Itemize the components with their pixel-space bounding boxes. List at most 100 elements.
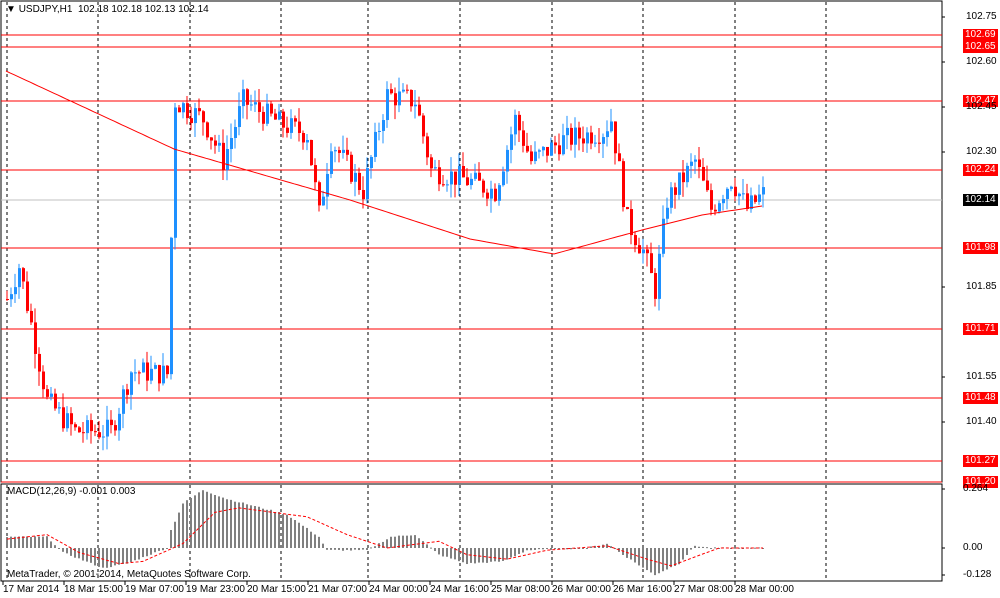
candle-body xyxy=(238,106,241,128)
candle-body xyxy=(486,192,489,199)
y-tick-label: 102.30 xyxy=(966,146,997,157)
candle-body xyxy=(94,431,97,433)
macd-histogram-bar xyxy=(394,536,396,548)
candle-body xyxy=(430,157,433,169)
macd-histogram-bar xyxy=(118,548,120,565)
macd-histogram-bar xyxy=(22,536,24,548)
candle-body xyxy=(550,142,553,156)
trading-chart[interactable] xyxy=(0,0,1000,598)
macd-histogram-bar xyxy=(526,548,528,551)
candle-body xyxy=(338,150,341,153)
macd-histogram-bar xyxy=(134,548,136,561)
macd-histogram-bar xyxy=(458,548,460,562)
macd-histogram-bar xyxy=(342,548,344,551)
candle-body xyxy=(646,249,649,254)
candle-body xyxy=(494,188,497,201)
open-price: 102.18 xyxy=(77,4,109,15)
candle-body xyxy=(702,166,705,181)
x-tick-label: 19 Mar 23:00 xyxy=(186,584,245,595)
x-tick-label: 18 Mar 15:00 xyxy=(64,584,123,595)
candle-body xyxy=(290,118,293,133)
macd-histogram-bar xyxy=(386,539,388,548)
x-tick-label: 27 Mar 08:00 xyxy=(674,584,733,595)
candle-body xyxy=(182,103,185,113)
candle-body xyxy=(86,420,89,434)
dropdown-triangle-icon[interactable]: ▼ xyxy=(6,4,16,15)
candle-body xyxy=(226,149,229,171)
candle-body xyxy=(482,180,485,193)
candle-body xyxy=(110,419,113,426)
candle-body xyxy=(566,127,569,136)
macd-histogram-bar xyxy=(50,541,52,548)
y-tick-label: 102.75 xyxy=(966,11,997,22)
main-pane-frame xyxy=(0,0,943,483)
macd-histogram-bar xyxy=(58,548,60,549)
candle-body xyxy=(758,194,761,202)
x-tick-label: 24 Mar 00:00 xyxy=(369,584,428,595)
candle-body xyxy=(38,353,41,372)
candle-body xyxy=(366,168,369,200)
macd-histogram-bar xyxy=(154,548,156,553)
macd-histogram-bar xyxy=(530,548,532,551)
candle-body xyxy=(630,209,633,236)
candle-body xyxy=(358,172,361,190)
macd-histogram-bar xyxy=(674,548,676,566)
candle-body xyxy=(410,89,413,107)
candle-body xyxy=(74,424,77,428)
candle-body xyxy=(542,146,545,151)
candle-body xyxy=(390,89,393,94)
y-tick-label: 102.60 xyxy=(966,56,997,67)
level-price-tag: 102.65 xyxy=(963,41,998,53)
macd-tick-label: 0.264 xyxy=(963,483,989,494)
macd-label: MACD(12,26,9) -0.001 0.003 xyxy=(7,486,136,497)
macd-histogram-bar xyxy=(238,502,240,548)
chart-header: ▼ USDJPY,H1 102.18 102.18 102.13 102.14 xyxy=(6,4,209,15)
macd-histogram-bar xyxy=(506,548,508,560)
candle-body xyxy=(546,146,549,156)
candle-body xyxy=(742,193,745,195)
candle-body xyxy=(658,253,661,299)
macd-histogram-bar xyxy=(450,548,452,559)
macd-histogram-bar xyxy=(734,547,736,549)
candle-body xyxy=(70,413,73,425)
candle-body xyxy=(514,114,517,135)
macd-histogram-bar xyxy=(318,536,320,548)
macd-histogram-bar xyxy=(150,548,152,555)
candle-body xyxy=(594,142,597,144)
y-tick-label: 101.85 xyxy=(966,281,997,292)
candle-body xyxy=(362,189,365,200)
candle-body xyxy=(730,186,733,189)
macd-histogram-bar xyxy=(434,548,436,552)
macd-histogram-bar xyxy=(534,548,536,550)
macd-histogram-bar xyxy=(146,548,148,557)
macd-histogram-bar xyxy=(358,548,360,551)
candle-body xyxy=(186,103,189,119)
candle-body xyxy=(402,89,405,92)
candle-body xyxy=(614,121,617,154)
macd-histogram-bar xyxy=(194,495,196,548)
candle-body xyxy=(734,186,737,197)
candle-body xyxy=(650,253,653,274)
macd-histogram-bar xyxy=(46,536,48,548)
candle-body xyxy=(14,287,17,295)
macd-histogram-bar xyxy=(190,497,192,548)
candle-body xyxy=(534,151,537,162)
macd-pane-frame xyxy=(0,483,943,582)
macd-histogram-bar xyxy=(162,548,164,551)
low-price: 102.13 xyxy=(144,4,176,15)
candle-body xyxy=(50,393,53,397)
x-tick-label: 19 Mar 07:00 xyxy=(125,584,184,595)
macd-histogram-bar xyxy=(246,504,248,548)
candle-body xyxy=(438,167,441,185)
moving-average-line xyxy=(5,70,763,255)
macd-histogram-bar xyxy=(422,541,424,548)
macd-histogram-bar xyxy=(34,536,36,548)
macd-histogram-bar xyxy=(286,514,288,548)
candle-body xyxy=(642,249,645,254)
macd-histogram-bar xyxy=(550,548,552,550)
candle-body xyxy=(342,149,345,153)
macd-histogram-bar xyxy=(250,505,252,548)
candle-body xyxy=(382,120,385,131)
candle-body xyxy=(266,103,269,124)
candle-body xyxy=(26,281,29,311)
